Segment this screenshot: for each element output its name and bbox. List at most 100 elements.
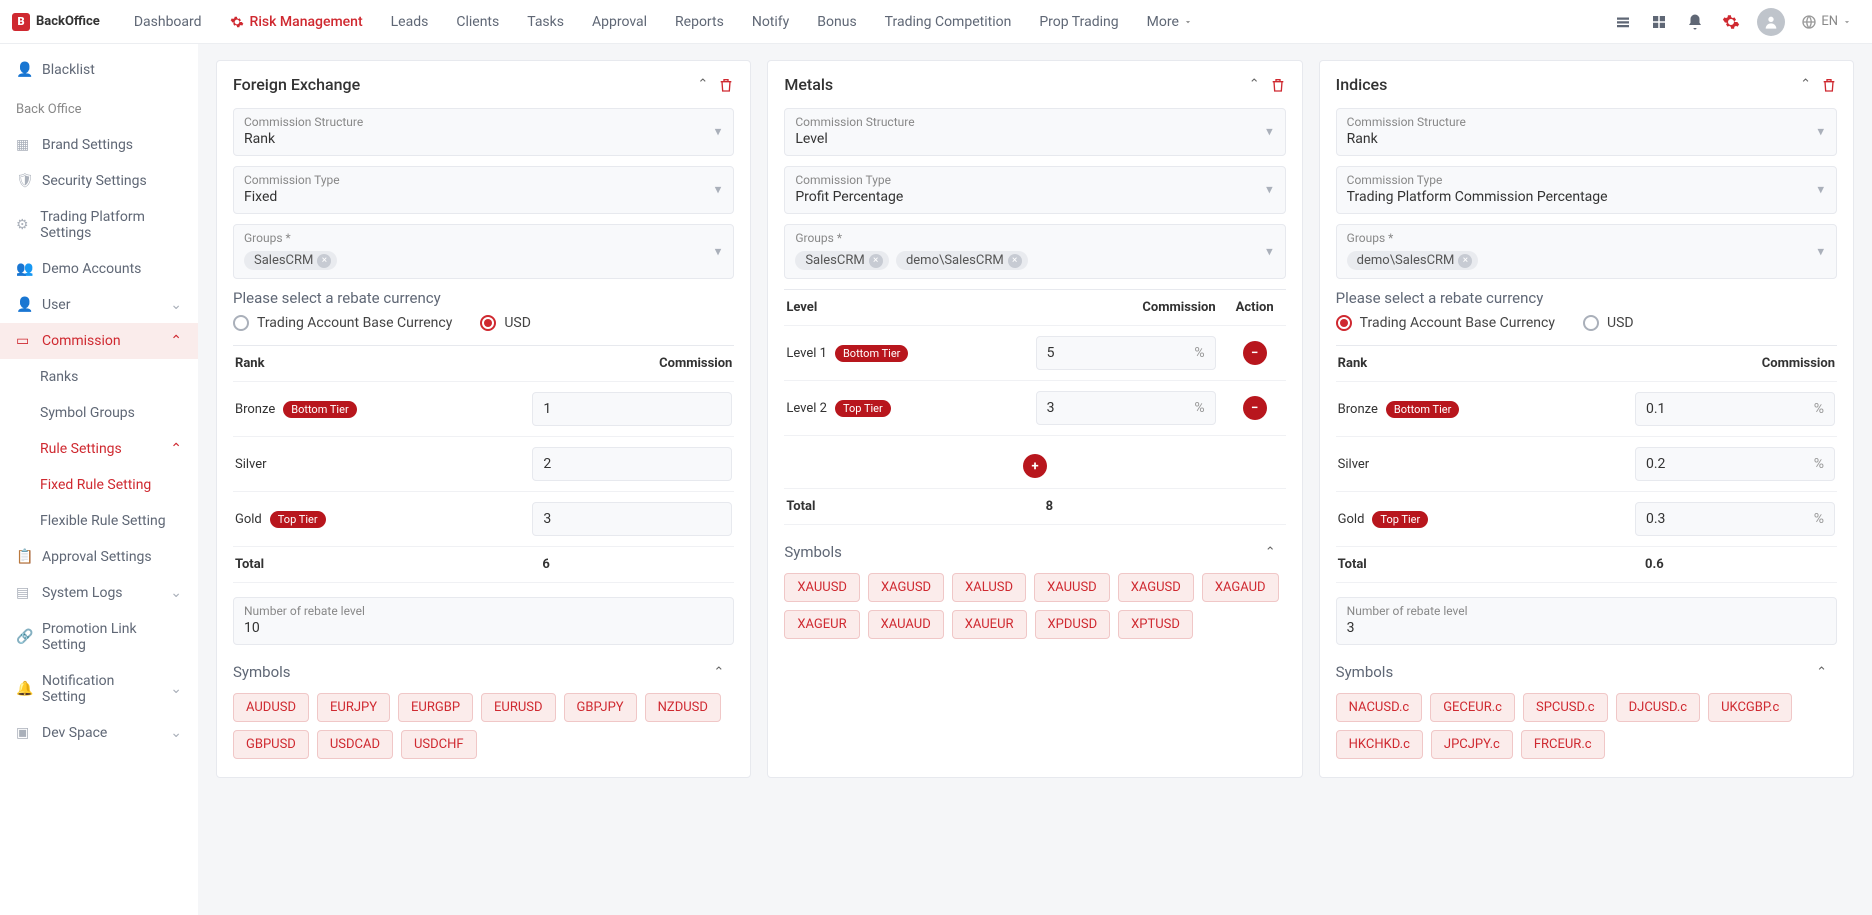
symbol-chip[interactable]: XAUUSD [1034, 573, 1110, 602]
sidebar-item-ranks[interactable]: Ranks [0, 359, 198, 395]
commission-input[interactable]: 5% [1036, 336, 1216, 370]
symbol-chip[interactable]: SPCUSD.c [1523, 693, 1608, 722]
collapse-icon[interactable]: ⌃ [697, 77, 708, 92]
sidebar-item-flexible-rule-setting[interactable]: Flexible Rule Setting [0, 503, 198, 539]
commission-structure-select[interactable]: Commission Structure Level ▾ [784, 108, 1285, 156]
group-chip[interactable]: demo\SalesCRM× [1347, 251, 1479, 270]
symbol-chip[interactable]: XALUSD [952, 573, 1026, 602]
sidebar-item-trading-platform-settings[interactable]: ⚙Trading Platform Settings [0, 199, 198, 251]
commission-input[interactable]: 0.2% [1635, 447, 1835, 481]
rebate-level-input[interactable]: Number of rebate level 3 [1336, 597, 1837, 645]
remove-chip-icon[interactable]: × [317, 254, 331, 268]
avatar[interactable] [1757, 8, 1785, 36]
delete-icon[interactable] [718, 77, 734, 93]
commission-structure-select[interactable]: Commission Structure Rank ▾ [1336, 108, 1837, 156]
symbol-chip[interactable]: XAUEUR [952, 610, 1027, 639]
sidebar-item-notification-setting[interactable]: 🔔Notification Setting⌄ [0, 663, 198, 715]
stack-icon[interactable] [1613, 12, 1633, 32]
sidebar-item-user[interactable]: 👤User⌄ [0, 287, 198, 323]
nav-clients[interactable]: Clients [442, 0, 513, 44]
sidebar-item-blacklist[interactable]: 👤Blacklist [0, 52, 198, 88]
symbol-chip[interactable]: DJCUSD.c [1616, 693, 1700, 722]
remove-level-button[interactable]: − [1243, 396, 1267, 420]
rebate-level-input[interactable]: Number of rebate level 10 [233, 597, 734, 645]
nav-reports[interactable]: Reports [661, 0, 738, 44]
sidebar-item-demo-accounts[interactable]: 👥Demo Accounts [0, 251, 198, 287]
symbol-chip[interactable]: NACUSD.c [1336, 693, 1423, 722]
radio-base-currency[interactable]: Trading Account Base Currency [233, 315, 452, 331]
symbol-chip[interactable]: XPDUSD [1035, 610, 1111, 639]
language-selector[interactable]: EN [1801, 14, 1852, 30]
sidebar-item-symbol-groups[interactable]: Symbol Groups [0, 395, 198, 431]
symbols-collapse-icon[interactable]: ⌃ [1265, 545, 1276, 560]
nav-more[interactable]: More [1133, 0, 1207, 44]
symbol-chip[interactable]: GBPJPY [564, 693, 637, 722]
nav-approval[interactable]: Approval [578, 0, 661, 44]
sidebar-item-brand-settings[interactable]: ▦Brand Settings [0, 127, 198, 163]
groups-select[interactable]: Groups * demo\SalesCRM× ▾ [1336, 224, 1837, 279]
nav-dashboard[interactable]: Dashboard [120, 0, 216, 44]
symbol-chip[interactable]: USDCAD [317, 730, 393, 759]
symbol-chip[interactable]: GBPUSD [233, 730, 309, 759]
sidebar-item-security-settings[interactable]: 🛡Security Settings [0, 163, 198, 199]
sidebar-item-approval-settings[interactable]: 📋Approval Settings [0, 539, 198, 575]
sidebar-item-dev-space[interactable]: ▣Dev Space⌄ [0, 715, 198, 751]
symbol-chip[interactable]: JPCJPY.c [1431, 730, 1513, 759]
symbol-chip[interactable]: AUDUSD [233, 693, 309, 722]
commission-input[interactable]: 0.1% [1635, 392, 1835, 426]
settings-icon[interactable] [1721, 12, 1741, 32]
symbol-chip[interactable]: EURGBP [398, 693, 473, 722]
sidebar-item-commission[interactable]: ▭Commission⌃ [0, 323, 198, 359]
sidebar-item-rule-settings[interactable]: Rule Settings⌃ [0, 431, 198, 467]
symbol-chip[interactable]: HKCHKD.c [1336, 730, 1423, 759]
symbol-chip[interactable]: EURJPY [317, 693, 390, 722]
symbol-chip[interactable]: XAGUSD [1118, 573, 1194, 602]
commission-input[interactable]: 3% [1036, 391, 1216, 425]
collapse-icon[interactable]: ⌃ [1249, 77, 1260, 92]
group-chip[interactable]: demo\SalesCRM× [896, 251, 1028, 270]
groups-select[interactable]: Groups * SalesCRM× ▾ [233, 224, 734, 279]
nav-trading-competition[interactable]: Trading Competition [871, 0, 1026, 44]
add-level-button[interactable]: + [1023, 454, 1047, 478]
symbol-chip[interactable]: XAGUSD [868, 573, 944, 602]
groups-select[interactable]: Groups * SalesCRM× demo\SalesCRM× ▾ [784, 224, 1285, 279]
commission-type-select[interactable]: Commission Type Fixed ▾ [233, 166, 734, 214]
symbol-chip[interactable]: XAGEUR [784, 610, 859, 639]
nav-risk-management[interactable]: Risk Management [216, 0, 377, 44]
nav-prop-trading[interactable]: Prop Trading [1025, 0, 1132, 44]
delete-icon[interactable] [1270, 77, 1286, 93]
sidebar-item-system-logs[interactable]: ▤System Logs⌄ [0, 575, 198, 611]
symbol-chip[interactable]: EURUSD [481, 693, 556, 722]
symbol-chip[interactable]: XAUAUD [868, 610, 944, 639]
bell-icon[interactable] [1685, 12, 1705, 32]
symbol-chip[interactable]: USDCHF [401, 730, 477, 759]
symbol-chip[interactable]: FRCEUR.c [1521, 730, 1605, 759]
radio-usd[interactable]: USD [480, 315, 531, 331]
radio-base-currency[interactable]: Trading Account Base Currency [1336, 315, 1555, 331]
remove-chip-icon[interactable]: × [869, 254, 883, 268]
symbol-chip[interactable]: GECEUR.c [1430, 693, 1515, 722]
sidebar-item-fixed-rule-setting[interactable]: Fixed Rule Setting [0, 467, 198, 503]
commission-input[interactable]: 0.3% [1635, 502, 1835, 536]
sidebar-item-promotion-link[interactable]: 🔗Promotion Link Setting [0, 611, 198, 663]
nav-bonus[interactable]: Bonus [803, 0, 870, 44]
symbol-chip[interactable]: XAUUSD [784, 573, 860, 602]
remove-level-button[interactable]: − [1243, 341, 1267, 365]
symbol-chip[interactable]: XAGAUD [1202, 573, 1279, 602]
commission-structure-select[interactable]: Commission Structure Rank ▾ [233, 108, 734, 156]
symbols-collapse-icon[interactable]: ⌃ [1816, 665, 1827, 680]
symbol-chip[interactable]: UKCGBP.c [1708, 693, 1792, 722]
radio-usd[interactable]: USD [1583, 315, 1634, 331]
grid-icon[interactable] [1649, 12, 1669, 32]
brand-logo[interactable]: B BackOffice [12, 13, 100, 31]
collapse-icon[interactable]: ⌃ [1800, 77, 1811, 92]
group-chip[interactable]: SalesCRM× [244, 251, 337, 270]
commission-type-select[interactable]: Commission Type Profit Percentage ▾ [784, 166, 1285, 214]
symbol-chip[interactable]: XPTUSD [1118, 610, 1193, 639]
symbol-chip[interactable]: NZDUSD [645, 693, 721, 722]
nav-notify[interactable]: Notify [738, 0, 803, 44]
delete-icon[interactable] [1821, 77, 1837, 93]
commission-input[interactable]: 3 [532, 502, 732, 536]
commission-input[interactable]: 2 [532, 447, 732, 481]
commission-type-select[interactable]: Commission Type Trading Platform Commiss… [1336, 166, 1837, 214]
